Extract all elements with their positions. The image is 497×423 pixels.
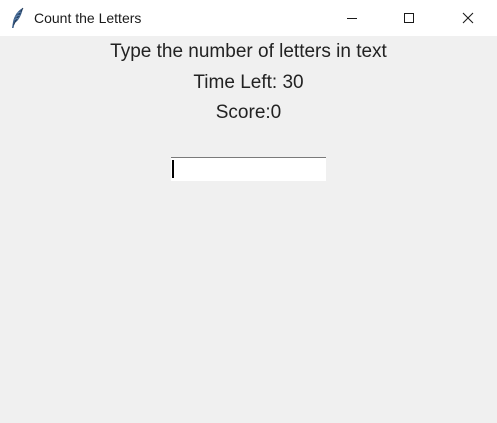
answer-input[interactable] xyxy=(171,157,326,181)
close-icon xyxy=(462,12,474,24)
close-button[interactable] xyxy=(445,0,491,36)
instructions-label: Type the number of letters in text xyxy=(110,41,387,62)
text-cursor xyxy=(172,160,174,178)
window-title: Count the Letters xyxy=(34,10,142,26)
game-panel: Type the number of letters in text Time … xyxy=(0,36,497,423)
app-window: Count the Letters Type the number of let… xyxy=(0,0,497,423)
time-left-label: Time Left: 30 xyxy=(193,72,304,93)
maximize-icon xyxy=(404,13,414,23)
minimize-button[interactable] xyxy=(329,0,375,36)
minimize-icon xyxy=(347,18,357,19)
title-bar[interactable]: Count the Letters xyxy=(0,0,497,36)
score-label: Score:0 xyxy=(215,102,282,123)
maximize-button[interactable] xyxy=(386,0,432,36)
feather-icon xyxy=(12,7,24,28)
